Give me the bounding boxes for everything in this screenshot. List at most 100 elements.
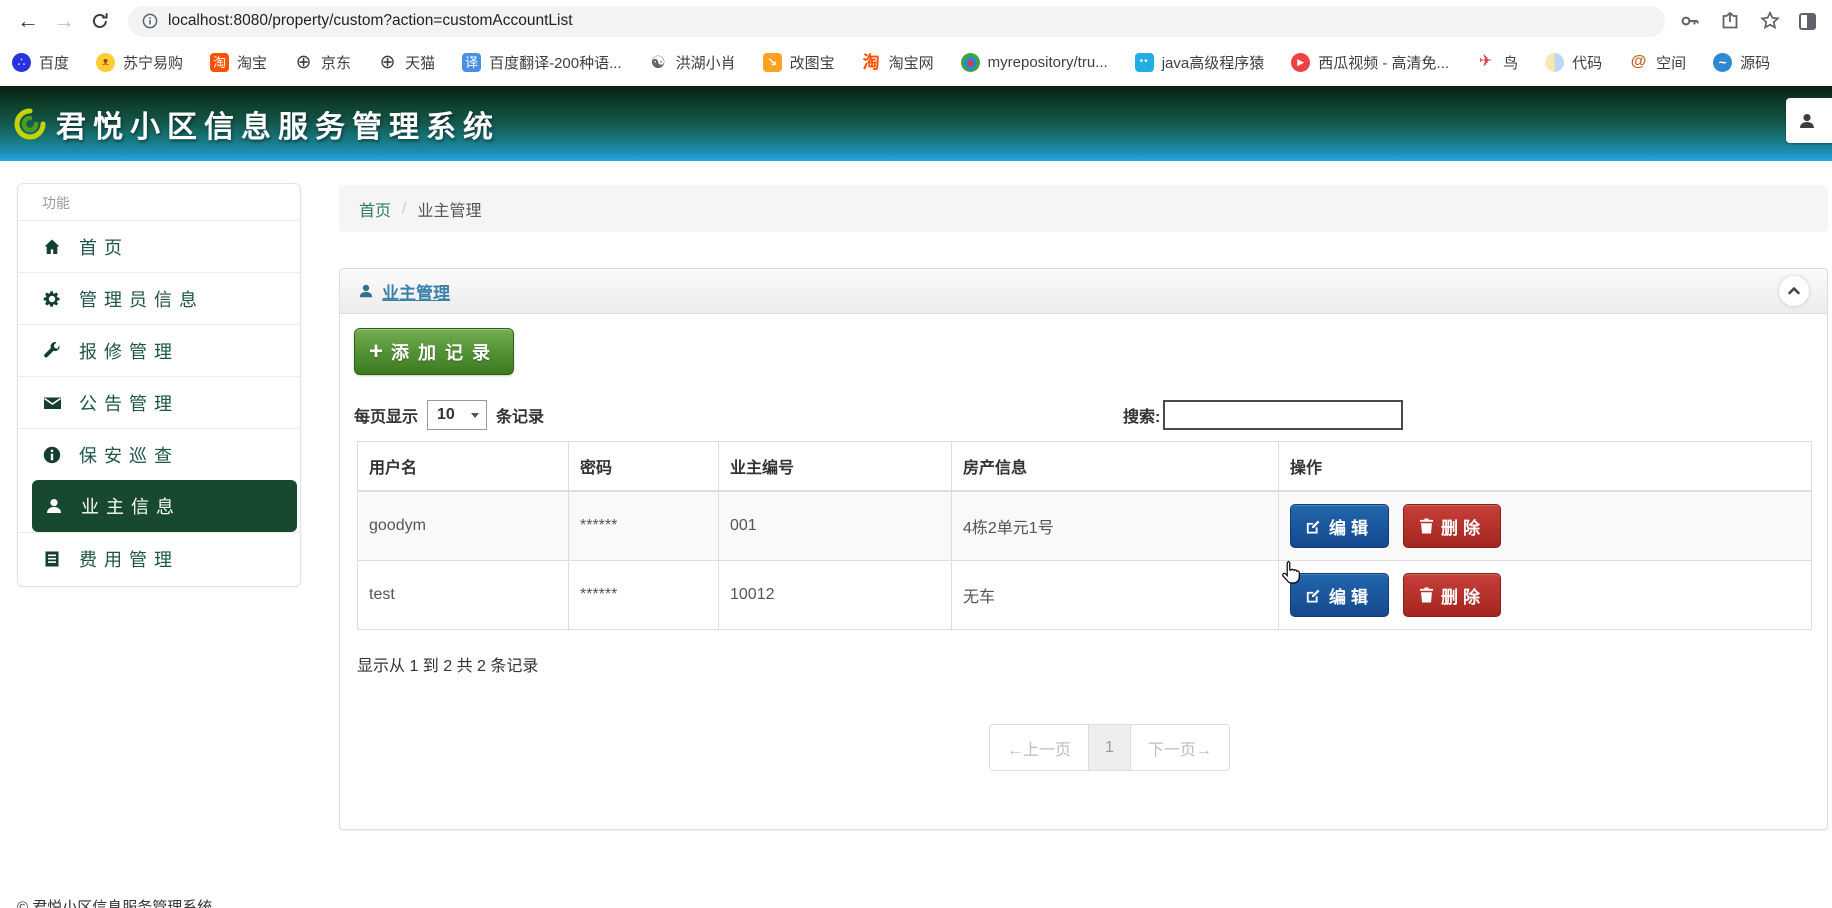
breadcrumb-current: 业主管理 (417, 202, 482, 220)
records-summary: 显示从 1 到 2 共 2 条记录 (357, 658, 539, 675)
search-label: 搜索: (1123, 409, 1161, 426)
person-icon (359, 284, 373, 298)
user-menu[interactable] (1786, 98, 1832, 143)
sidebar-item-owner-info[interactable]: 业主信息 (32, 480, 297, 532)
col-username: 用户名 (357, 441, 569, 492)
side-panel-icon[interactable] (1799, 12, 1816, 30)
plus-icon: + (368, 337, 383, 365)
jd-favicon: ⊕ (295, 51, 312, 73)
breadcrumb-home-link[interactable]: 首页 (359, 197, 391, 221)
bookmark-tmall[interactable]: ⊕ 天猫 (378, 52, 435, 73)
bookmark-java[interactable]: •• java高级程序猿 (1134, 52, 1264, 73)
bookmark-gaitubao[interactable]: ↘ 改图宝 (762, 52, 835, 73)
sidebar-item-fee[interactable]: 费用管理 (18, 532, 300, 584)
book-icon (42, 550, 62, 568)
add-record-button[interactable]: + 添加记录 (354, 328, 514, 375)
collapse-panel-button[interactable] (1779, 276, 1809, 306)
cell-username: goodym (357, 490, 569, 561)
sidebar-item-admin-info[interactable]: 管理员信息 (18, 272, 300, 324)
page-size-label-after: 条记录 (496, 409, 545, 426)
breadcrumb: 首页 / 业主管理 (339, 185, 1828, 232)
col-actions: 操作 (1278, 441, 1812, 492)
col-password: 密码 (568, 441, 719, 492)
bookmark-baidu-translate[interactable]: 译百度翻译-200种语... (462, 52, 622, 73)
bookmark-honghuxiaoxiao[interactable]: ☯ 洪湖小肖 (649, 52, 735, 73)
myrepository-favicon (960, 52, 980, 72)
bookmark-bird[interactable]: ✈ 鸟 (1476, 52, 1518, 73)
baidu-favicon: ∴ (12, 52, 31, 72)
sidebar: 功能 首页 管理员信息 报修管理 公告管理 保安巡查 业主信息 费用管理 (17, 183, 301, 587)
refresh-icon[interactable] (82, 3, 118, 39)
brand: 君悦小区信息服务管理系统 (14, 102, 500, 146)
col-owner-id: 业主编号 (718, 441, 952, 492)
app-logo-icon (14, 108, 46, 139)
kongjian-favicon: @ (1630, 53, 1647, 70)
page-info-icon[interactable] (142, 13, 158, 29)
cell-password: ****** (568, 560, 719, 630)
bookmark-xigua-video[interactable]: ▶ 西瓜视频 - 高清免... (1291, 52, 1449, 73)
cell-username: test (357, 560, 569, 630)
envelope-icon (42, 394, 62, 412)
bookmark-kongjian[interactable]: @ 空间 (1629, 52, 1686, 73)
bookmark-baidu[interactable]: ∴ 百度 (12, 52, 69, 73)
delete-button[interactable]: 删除 (1403, 504, 1501, 548)
share-icon[interactable] (1719, 10, 1741, 32)
col-property: 房产信息 (951, 441, 1279, 492)
cell-owner-id: 10012 (718, 560, 952, 630)
sidebar-item-home[interactable]: 首页 (18, 220, 300, 272)
bookmark-suning[interactable]: ᴥ 苏宁易购 (96, 52, 183, 73)
edit-icon (1306, 589, 1320, 603)
gaitubao-favicon: ↘ (762, 52, 782, 72)
person-icon (44, 497, 64, 515)
java-favicon: •• (1134, 52, 1154, 72)
bookmark-myrepository[interactable]: myrepository/tru... (960, 52, 1108, 72)
sidebar-item-repair[interactable]: 报修管理 (18, 324, 300, 376)
owners-table: 用户名 密码 业主编号 房产信息 操作 goodym ****** 001 4栋… (357, 441, 1812, 630)
url-text: localhost:8080/property/custom?action=cu… (168, 12, 573, 29)
trash-icon (1419, 587, 1434, 603)
prev-page-button[interactable]: ←上一页 (989, 724, 1090, 771)
gear-icon (42, 290, 62, 308)
wrench-icon (42, 341, 62, 360)
page-number-button[interactable]: 1 (1088, 724, 1131, 771)
browser-window: ← → localhost:8080/property/custom?actio… (0, 0, 1832, 908)
daima-favicon (1545, 52, 1565, 72)
app-title: 君悦小区信息服务管理系统 (56, 109, 500, 145)
bookmark-jd[interactable]: ⊕ 京东 (294, 52, 351, 73)
edit-button[interactable]: 编辑 (1290, 573, 1389, 617)
search-input[interactable] (1163, 400, 1404, 430)
table-row: test ****** 10012 无车 编辑 删除 (357, 560, 1812, 630)
sidebar-item-security-patrol[interactable]: 保安巡查 (18, 428, 300, 480)
trash-icon (1419, 518, 1434, 534)
back-icon[interactable]: ← (10, 3, 46, 39)
breadcrumb-separator: / (402, 199, 407, 217)
table-row: goodym ****** 001 4栋2单元1号 编辑 删除 (357, 490, 1812, 561)
panel-header: 业主管理 (340, 269, 1827, 314)
app-header: 君悦小区信息服务管理系统 (0, 86, 1832, 161)
suning-favicon: ᴥ (96, 52, 116, 72)
page-size-select[interactable]: 10 (427, 400, 488, 430)
page-size-label-before: 每页显示 (354, 409, 419, 426)
baidu-translate-favicon: 译 (462, 52, 482, 72)
bookmark-daima[interactable]: 代码 (1545, 52, 1602, 73)
cell-property: 无车 (951, 560, 1279, 630)
delete-button[interactable]: 删除 (1403, 573, 1501, 617)
forward-icon[interactable]: → (46, 3, 82, 39)
address-bar[interactable]: localhost:8080/property/custom?action=cu… (128, 5, 1665, 37)
tmall-favicon: ⊕ (379, 51, 396, 73)
sidebar-item-notice[interactable]: 公告管理 (18, 376, 300, 428)
bookmark-star-icon[interactable] (1759, 10, 1781, 32)
bird-favicon: ✈ (1478, 53, 1493, 70)
cell-password: ****** (568, 490, 719, 561)
bookmark-taobao[interactable]: 淘淘宝 (210, 52, 267, 73)
bookmark-yuanma[interactable]: ~ 源码 (1713, 52, 1770, 73)
honghuxiaoxiao-favicon: ☯ (650, 52, 666, 72)
bookmark-taobaowang[interactable]: 淘淘宝网 (862, 52, 934, 73)
edit-button[interactable]: 编辑 (1290, 504, 1389, 548)
panel-title-link[interactable]: 业主管理 (358, 279, 450, 304)
next-page-button[interactable]: 下一页→ (1129, 724, 1230, 771)
chevron-up-icon (1788, 287, 1800, 295)
cell-owner-id: 001 (718, 490, 952, 561)
page-size-control: 每页显示 10 条记录 (354, 400, 544, 430)
password-key-icon[interactable] (1679, 10, 1701, 32)
